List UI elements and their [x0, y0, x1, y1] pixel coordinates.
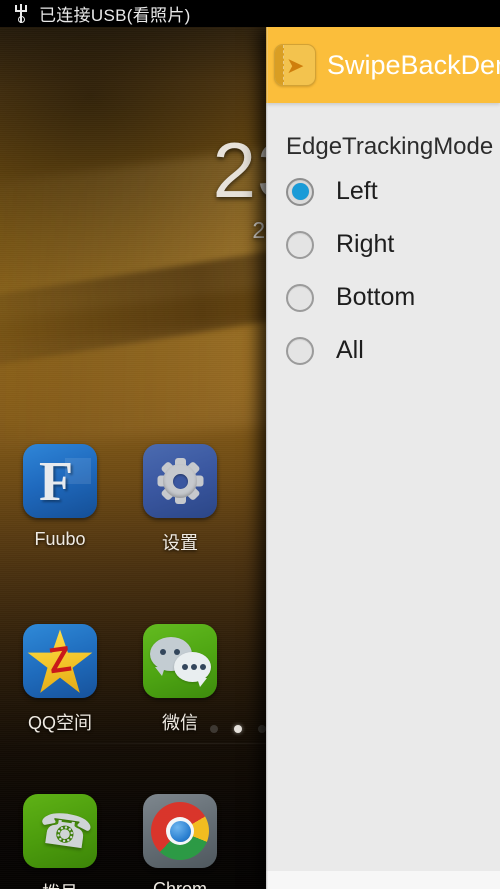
panel-footer	[266, 871, 500, 889]
radio-option-left[interactable]: Left	[286, 165, 500, 218]
qzone-star-icon: Z	[23, 624, 97, 698]
radio-option-label: Right	[336, 230, 395, 258]
app-label: Chrom	[152, 879, 207, 889]
radio-button-icon[interactable]	[286, 283, 314, 312]
edge-tracking-mode-radio-group: Left Right Bottom All	[286, 165, 500, 377]
radio-option-label: All	[336, 336, 364, 364]
app-bar-title: SwipeBackDem	[327, 49, 500, 80]
swipeback-activity-panel[interactable]: ➤ SwipeBackDem EdgeTrackingMode Left Rig…	[266, 27, 500, 889]
app-shortcut-wechat[interactable]: 微信	[120, 592, 240, 772]
app-bar: ➤ SwipeBackDem	[266, 27, 500, 103]
app-shortcut-dialer[interactable]: ☎ 拨号	[0, 762, 120, 889]
phone-screen: 23: 2013-8 F Fuubo	[0, 0, 500, 889]
status-bar-text: 已连接USB(看照片)	[39, 6, 191, 25]
radio-option-label: Bottom	[336, 283, 416, 311]
app-shortcut-settings[interactable]: 设置	[120, 412, 240, 592]
chrome-icon	[143, 794, 217, 868]
status-bar[interactable]: 已连接USB(看照片)	[0, 0, 500, 27]
radio-option-right[interactable]: Right	[286, 218, 500, 271]
app-shortcut-chrome[interactable]: Chrom	[120, 762, 240, 889]
radio-option-label: Left	[336, 177, 378, 205]
page-dot[interactable]	[258, 725, 266, 733]
gear-icon	[143, 444, 217, 518]
swipe-edge-handle[interactable]	[266, 27, 268, 889]
page-dot-active[interactable]	[234, 725, 242, 733]
app-label: 拨号	[42, 879, 78, 889]
edge-tracking-mode-label: EdgeTrackingMode	[286, 133, 494, 160]
radio-button-icon[interactable]	[286, 336, 314, 365]
app-shortcut-qzone[interactable]: Z QQ空间	[0, 592, 120, 772]
panel-body: EdgeTrackingMode Left Right Bottom All	[266, 103, 500, 889]
wechat-bubbles-icon	[143, 624, 217, 698]
usb-icon	[14, 4, 28, 23]
radio-option-bottom[interactable]: Bottom	[286, 271, 500, 324]
app-label: Fuubo	[34, 529, 86, 549]
dock-row: ☎ 拨号 Chrom	[0, 762, 240, 889]
page-dot[interactable]	[210, 725, 218, 733]
app-shortcut-fuubo[interactable]: F Fuubo	[0, 412, 120, 592]
radio-button-selected-icon[interactable]	[286, 177, 314, 206]
app-label: 设置	[162, 533, 198, 553]
fuubo-icon: F	[23, 444, 97, 518]
phone-handset-icon: ☎	[23, 794, 97, 868]
radio-button-icon[interactable]	[286, 230, 314, 259]
radio-option-all[interactable]: All	[286, 324, 500, 377]
swipe-back-arrow-icon: ➤	[274, 44, 316, 86]
